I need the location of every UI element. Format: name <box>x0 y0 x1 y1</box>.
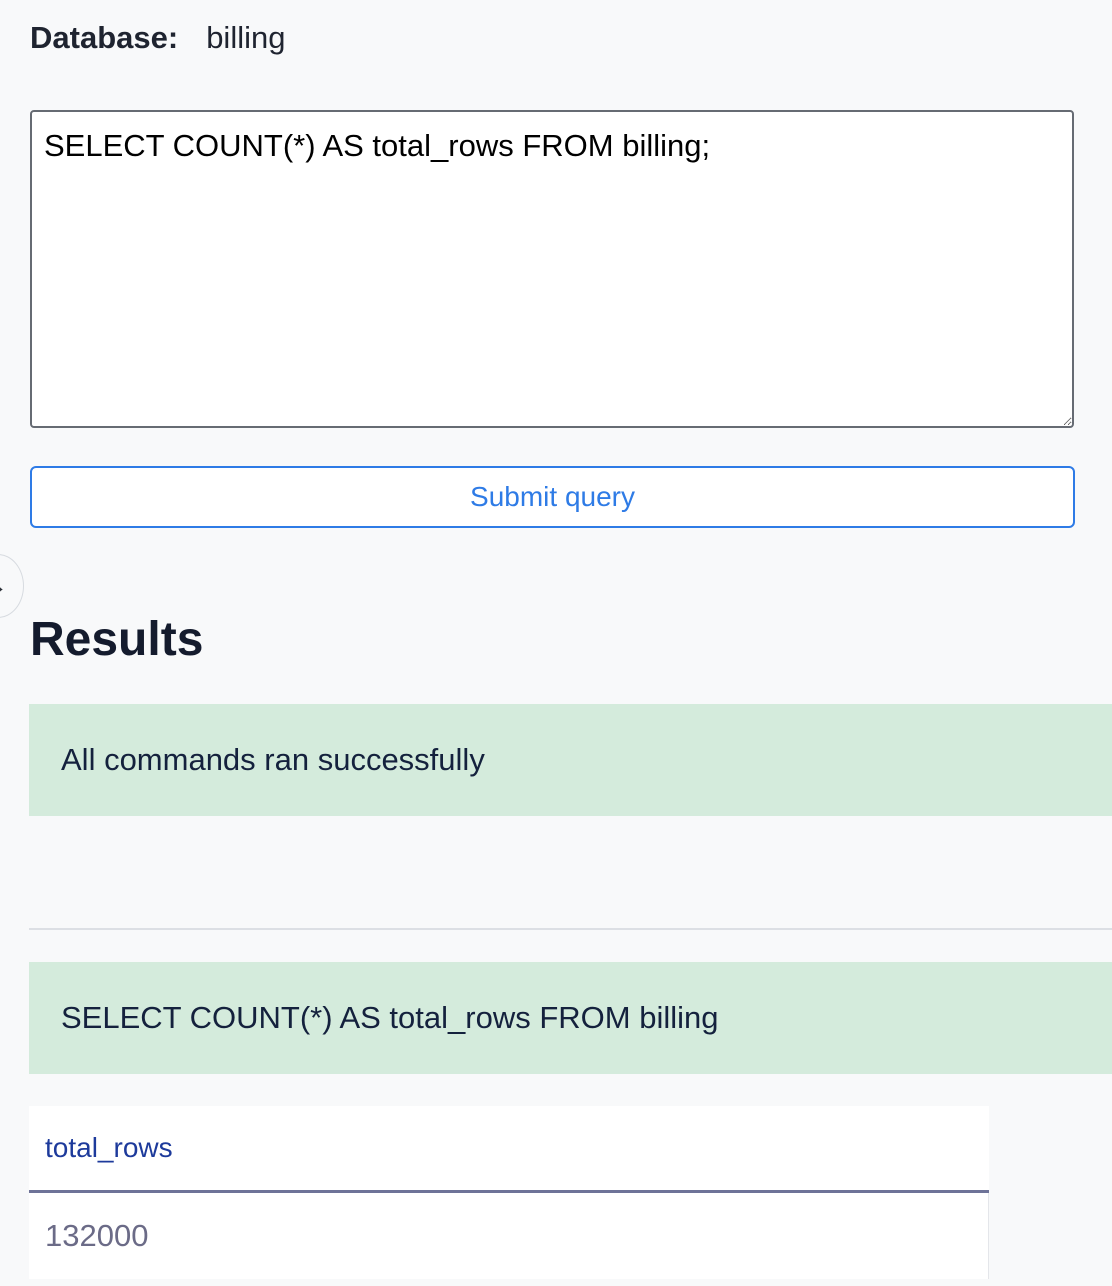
arrow-right-icon: → <box>0 573 7 599</box>
database-indicator: Database: billing <box>30 18 285 58</box>
success-alert: All commands ran successfully <box>29 704 1112 816</box>
success-message: All commands ran successfully <box>61 742 485 777</box>
results-heading: Results <box>30 613 204 666</box>
database-label: Database: <box>30 20 179 55</box>
table-cell-total-rows: 132000 <box>29 1191 989 1279</box>
table-row: 132000 <box>29 1191 989 1279</box>
submit-query-button[interactable]: Submit query <box>30 466 1075 528</box>
column-header-total-rows: total_rows <box>29 1106 989 1193</box>
database-name: billing <box>206 20 286 55</box>
results-table: total_rows 132000 <box>29 1106 989 1279</box>
table-header-row: total_rows <box>29 1106 989 1193</box>
executed-query-text: SELECT COUNT(*) AS total_rows FROM billi… <box>61 1000 719 1035</box>
sidebar-toggle-button[interactable]: → <box>0 554 24 618</box>
executed-query-alert: SELECT COUNT(*) AS total_rows FROM billi… <box>29 962 1112 1074</box>
query-editor[interactable]: SELECT COUNT(*) AS total_rows FROM billi… <box>30 110 1074 428</box>
divider <box>29 928 1112 930</box>
